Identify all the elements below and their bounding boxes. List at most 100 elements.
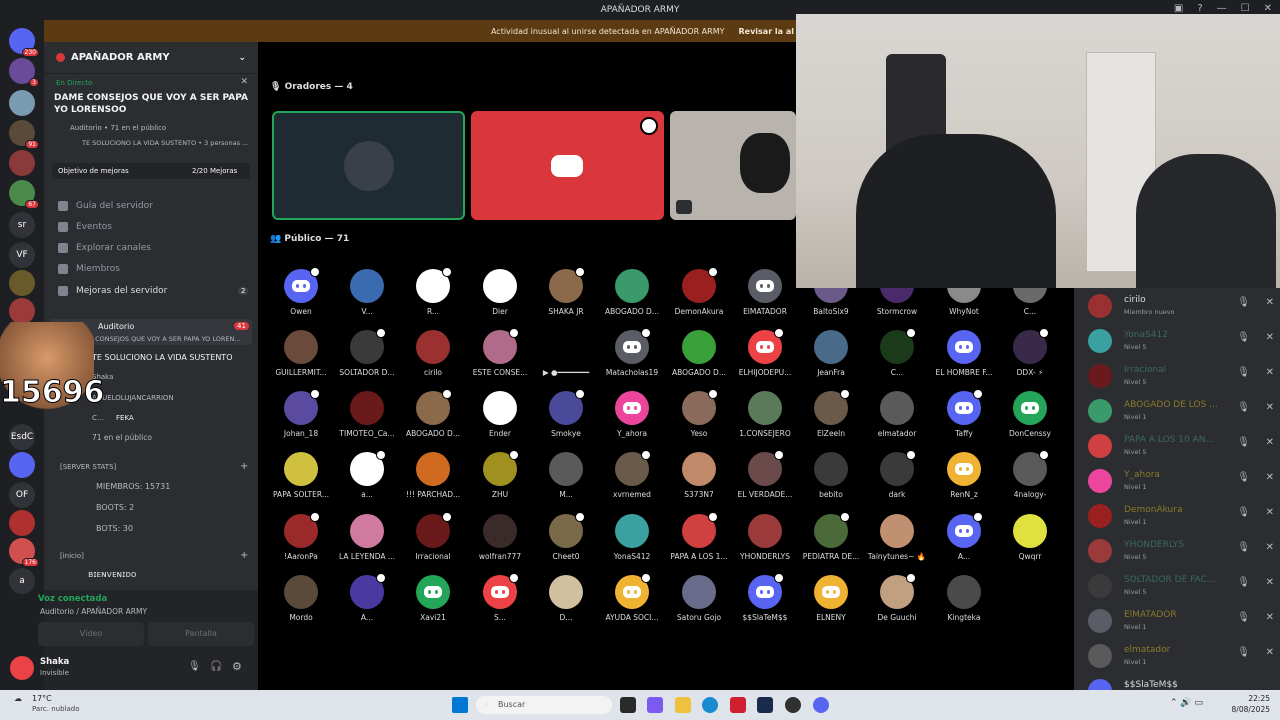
system-tray-icons[interactable]: ⌃ 🔊 ▭ [1170,698,1203,708]
close-event-icon[interactable]: ✕ [240,77,248,87]
audience-member[interactable]: ElMATADOR [732,269,798,316]
audience-member[interactable]: YonaS412 [599,514,665,561]
stat-bots[interactable]: BOTS: 30 [96,524,133,533]
server-icon[interactable] [9,510,35,536]
maximize-button[interactable]: ☐ [1241,3,1250,14]
audience-member[interactable]: Y_ahora [599,391,665,438]
audience-member[interactable]: $$SlaTeM$$ [732,573,798,622]
speaker-tile[interactable] [670,111,796,220]
stat-members[interactable]: MIEMBROS: 15731 [96,482,170,491]
audience-member[interactable]: PAPA SOLTER... [268,452,334,499]
audience-member[interactable]: a... [334,450,400,499]
invite-to-speak-icon[interactable]: 🎙 [1237,332,1250,343]
invite-to-speak-icon[interactable]: 🎙 [1237,367,1250,378]
audience-member[interactable]: Smokye [533,389,599,438]
audience-member[interactable]: A... [931,512,997,561]
audience-member[interactable]: dark [864,450,930,499]
audience-member[interactable]: DDX- ⚡ [997,328,1063,377]
minimize-button[interactable]: — [1217,3,1227,14]
audience-member[interactable]: JeanFra [798,330,864,377]
help-icon[interactable]: ? [1197,3,1202,14]
nav-events[interactable]: Eventos [58,222,112,232]
weather-temp[interactable]: 17°C [32,694,52,703]
audience-member[interactable]: C... [864,328,930,377]
audience-member[interactable]: Irracional [400,512,466,561]
voice-channel[interactable]: Auditorio / APAÑADOR ARMY [40,607,147,616]
audience-member[interactable]: ElZeeln [798,389,864,438]
server-icon[interactable] [9,90,35,116]
audience-member[interactable]: ELNENY [798,575,864,622]
server-icon[interactable] [9,150,35,176]
audience-member[interactable]: ▶ ●━━━━━━━ [533,330,599,377]
audience-member[interactable]: wolfran777 [467,514,533,561]
invite-to-speak-icon[interactable]: 🎙 [1237,647,1250,658]
obs-icon[interactable] [785,697,801,713]
inbox-icon[interactable]: ▣ [1174,3,1183,14]
stage-member-row[interactable]: DemonAkura Nivel 1 🎙 ✕ [1088,501,1274,531]
add-channel-icon[interactable]: + [240,461,248,472]
audience-member[interactable]: S373N7 [666,452,732,499]
headphones-icon[interactable]: 🎧 [210,661,222,672]
stage-member-row[interactable]: SOLTADOR DE FAC... Nivel 5 🎙 ✕ [1088,571,1274,601]
invite-to-speak-icon[interactable]: 🎙 [1237,577,1250,588]
copilot-icon[interactable] [647,697,663,713]
audience-member[interactable]: 4nalogy- [997,450,1063,499]
nav-members[interactable]: Miembros [58,264,120,274]
remove-icon[interactable]: ✕ [1266,437,1274,448]
stage-member-row[interactable]: Irracional Nivel 5 🎙 ✕ [1088,361,1274,391]
audience-member[interactable]: TIMOTEO_Ca... [334,391,400,438]
server-icon[interactable]: 176 [9,538,39,567]
audience-member[interactable]: D... [533,575,599,622]
audience-member[interactable]: ZHU [467,450,533,499]
invite-to-speak-icon[interactable]: 🎙 [1237,542,1250,553]
audience-member[interactable]: Kingteka [931,575,997,622]
audience-member[interactable]: elmatador [864,391,930,438]
audience-member[interactable]: R... [400,267,466,316]
audience-member[interactable]: Ender [467,391,533,438]
remove-icon[interactable]: ✕ [1266,472,1274,483]
inicio-header[interactable]: [inicio] [60,552,84,560]
audience-member[interactable]: Owen [268,267,334,316]
audience-member[interactable]: Cheet0 [533,512,599,561]
stage-user[interactable]: C... [92,414,104,422]
audience-member[interactable]: YHONDERLYS [732,514,798,561]
remove-icon[interactable]: ✕ [1266,577,1274,588]
audience-member[interactable]: Dier [467,269,533,316]
nav-browse-channels[interactable]: Explorar canales [58,243,151,253]
microphone-icon[interactable]: 🎙 [188,661,201,672]
audience-member[interactable]: !AaronPa [268,512,334,561]
server-icon[interactable]: EsdC [9,424,35,450]
server-icon[interactable]: 230 [9,28,39,57]
invite-to-speak-icon[interactable]: 🎙 [1237,612,1250,623]
steam-icon[interactable] [757,697,773,713]
audience-member[interactable]: Satoru Gojo [666,575,732,622]
welcome-channel[interactable]: ʙɪᴇɴᴠᴇɴɪᴅᴏ [88,570,136,580]
remove-icon[interactable]: ✕ [1266,297,1274,308]
add-channel-icon[interactable]: + [240,550,248,561]
audience-member[interactable]: ESTE CONSE... [467,328,533,377]
server-icon[interactable]: 3 [9,58,39,87]
invite-to-speak-icon[interactable]: 🎙 [1237,437,1250,448]
alert-review-link[interactable]: Revisar la al [739,27,795,36]
avatar[interactable] [10,656,34,680]
stage-member-row[interactable]: Y_ahora Nivel 1 🎙 ✕ [1088,466,1274,496]
audience-member[interactable]: EL VERDADE... [732,450,798,499]
stage-member-row[interactable]: elmatador Nivel 1 🎙 ✕ [1088,641,1274,671]
discord-icon[interactable] [813,697,829,713]
server-icon[interactable]: a [9,568,35,594]
audience-member[interactable]: S... [467,573,533,622]
audience-member[interactable]: SOLTADOR D... [334,328,400,377]
audience-member[interactable]: Xavi21 [400,575,466,622]
invite-to-speak-icon[interactable]: 🎙 [1237,402,1250,413]
audience-member[interactable]: PAPÁ A LOS 1... [666,512,732,561]
app-icon[interactable] [730,697,746,713]
server-header[interactable]: APAÑADOR ARMY ⌄ [44,42,258,74]
audience-member[interactable]: cirilo [400,330,466,377]
taskbar-search[interactable]: ⌕ Buscar [476,696,612,714]
screen-share-button[interactable]: Pantalla [148,622,254,646]
speaker-tile[interactable] [272,111,465,220]
audience-member[interactable]: De Guuchi [864,573,930,622]
clock-time[interactable]: 22:25 [1232,694,1270,703]
audience-member[interactable]: EL HOMBRE F... [931,330,997,377]
audience-member[interactable]: DemonAkura [666,267,732,316]
